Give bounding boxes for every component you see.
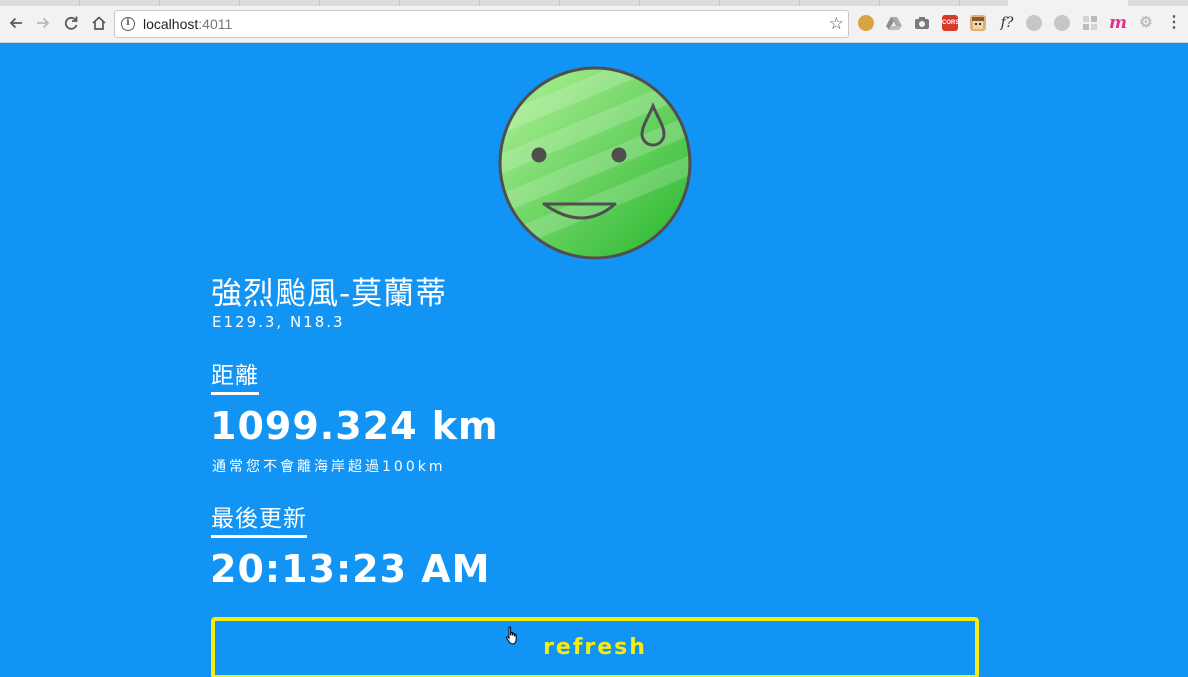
cookie-icon[interactable] bbox=[858, 15, 874, 31]
gear-icon[interactable]: ⚙ bbox=[1138, 15, 1154, 31]
camera-icon[interactable] bbox=[914, 15, 930, 31]
kebab-menu-icon[interactable]: ⋮ bbox=[1166, 15, 1182, 31]
tab[interactable] bbox=[560, 0, 640, 6]
distance-note: 通常您不會離海岸超過100km bbox=[212, 459, 446, 475]
info-icon[interactable]: i bbox=[121, 17, 135, 31]
typhoon-name: 強烈颱風-莫蘭蒂 bbox=[211, 276, 448, 312]
tab[interactable] bbox=[160, 0, 240, 6]
refresh-button[interactable]: refresh bbox=[211, 617, 979, 677]
address-bar[interactable]: i localhost:4011 ☆ bbox=[114, 10, 849, 38]
tab[interactable] bbox=[480, 0, 560, 6]
star-icon[interactable]: ☆ bbox=[829, 14, 844, 34]
home-button[interactable] bbox=[88, 12, 110, 34]
tab[interactable] bbox=[0, 0, 80, 6]
tab[interactable] bbox=[640, 0, 720, 6]
grey-leaf-icon[interactable] bbox=[1054, 15, 1070, 31]
url-text[interactable]: localhost:4011 bbox=[143, 16, 232, 32]
tab[interactable] bbox=[240, 0, 320, 6]
arrow-left-icon bbox=[9, 17, 22, 29]
tab-strip bbox=[0, 0, 1188, 6]
forward-button[interactable] bbox=[32, 12, 54, 34]
tab[interactable] bbox=[720, 0, 800, 6]
url-host: localhost bbox=[143, 16, 199, 32]
updated-label: 最後更新 bbox=[211, 499, 307, 538]
distance-label: 距離 bbox=[211, 356, 259, 395]
url-port: :4011 bbox=[198, 16, 233, 32]
hand-cursor-icon bbox=[505, 626, 521, 650]
tab[interactable] bbox=[80, 0, 160, 6]
updated-time: 20:13:23 AM bbox=[210, 547, 491, 591]
back-button[interactable] bbox=[5, 12, 27, 34]
reload-button[interactable] bbox=[60, 12, 82, 34]
grey-circle-icon[interactable] bbox=[1026, 15, 1042, 31]
reload-icon bbox=[64, 16, 78, 30]
tab[interactable] bbox=[880, 0, 960, 6]
m-extension-icon[interactable]: m bbox=[1108, 15, 1128, 32]
distance-value: 1099.324 km bbox=[210, 404, 499, 448]
arrow-right-icon bbox=[37, 17, 50, 29]
grid-icon[interactable] bbox=[1082, 15, 1098, 31]
browser-toolbar: i localhost:4011 ☆ CORS f? m ⚙ ⋮ bbox=[0, 0, 1188, 43]
f-question-icon[interactable]: f? bbox=[997, 15, 1017, 31]
tab-active[interactable] bbox=[1008, 0, 1128, 6]
drive-icon[interactable] bbox=[886, 15, 902, 31]
tab[interactable] bbox=[400, 0, 480, 6]
tab[interactable] bbox=[320, 0, 400, 6]
face-extension-icon[interactable] bbox=[970, 15, 986, 31]
coordinates: E129.3, N18.3 bbox=[212, 313, 345, 331]
tab[interactable] bbox=[800, 0, 880, 6]
cors-icon[interactable]: CORS bbox=[942, 15, 959, 31]
sweating-smile-face-icon bbox=[497, 64, 693, 266]
home-icon bbox=[92, 16, 106, 30]
